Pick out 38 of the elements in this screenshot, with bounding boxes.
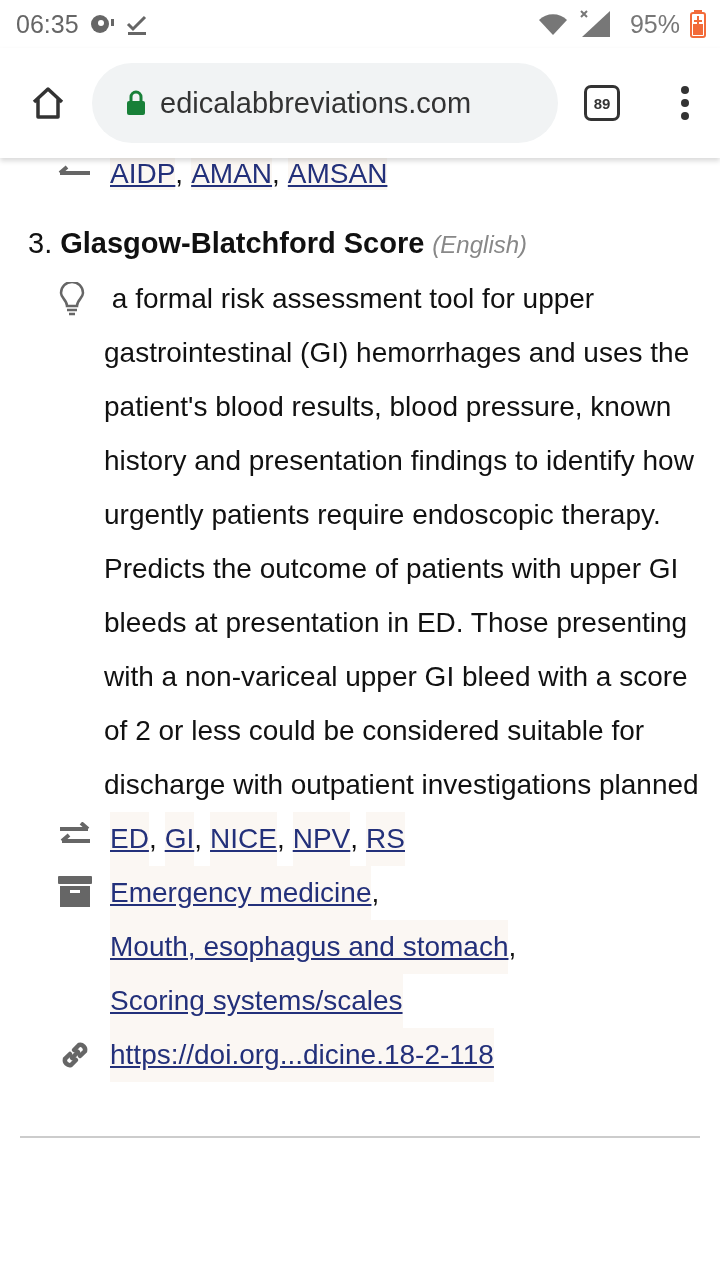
address-bar[interactable]: edicalabbreviations.com	[92, 63, 558, 143]
abbreviation-link[interactable]: AIDP	[110, 158, 176, 190]
comma: ,	[272, 158, 280, 190]
abbreviation-link[interactable]: RS	[366, 812, 405, 866]
source-link[interactable]: https://doi.org...dicine.18-2-118	[110, 1028, 494, 1082]
lightbulb-icon	[58, 282, 86, 316]
category-link[interactable]: Mouth, esophagus and stomach	[110, 920, 509, 974]
language-label: (English)	[432, 230, 528, 260]
arrow-icon	[58, 164, 92, 176]
comma: ,	[508, 930, 517, 964]
comma: ,	[350, 822, 359, 856]
archive-box-icon	[58, 876, 92, 908]
comma: ,	[175, 158, 184, 190]
entry-title: Glasgow-Blatchford Score	[60, 226, 425, 261]
entry-number: 3.	[28, 226, 53, 261]
abbreviation-link[interactable]: AMAN	[191, 158, 273, 190]
signal-icon	[577, 9, 612, 39]
tab-count-button[interactable]: 89	[584, 85, 620, 121]
abbreviation-link[interactable]: AMSAN	[287, 158, 388, 190]
definition-text: a formal risk assessment tool for upper gastrointestinal (GI) hemorrhages and uses the patient's blood results, blood pressure, known history and presentation findings to identify how urgently patients require endoscopic therapy. Predicts the outcome of patients with upper GI bleeds at presentation in ED. Those presenting with a non-variceal upper GI bleed with a score of 2 or less could be considered suitable for discharge with outpatient investigations planned	[104, 282, 700, 802]
abbreviation-link[interactable]: GI	[164, 812, 195, 866]
abbreviation-link[interactable]: NICE	[210, 812, 277, 866]
wifi-icon	[537, 12, 568, 36]
notification-icon	[88, 13, 115, 35]
category-link[interactable]: Scoring systems/scales	[110, 974, 403, 1028]
abbreviation-link[interactable]: ED	[110, 812, 149, 866]
battery-icon	[690, 10, 706, 38]
clock: 06:35	[16, 9, 79, 39]
comma: ,	[371, 876, 380, 910]
menu-icon[interactable]	[680, 85, 690, 121]
lock-icon	[126, 90, 146, 116]
abbreviation-link[interactable]: NPV	[292, 812, 351, 866]
comma: ,	[194, 822, 203, 856]
comma: ,	[148, 822, 157, 856]
battery-percentage: 95%	[629, 9, 680, 39]
category-link[interactable]: Emergency medicine	[110, 866, 372, 920]
home-icon[interactable]	[30, 85, 66, 121]
comma: ,	[276, 822, 285, 856]
